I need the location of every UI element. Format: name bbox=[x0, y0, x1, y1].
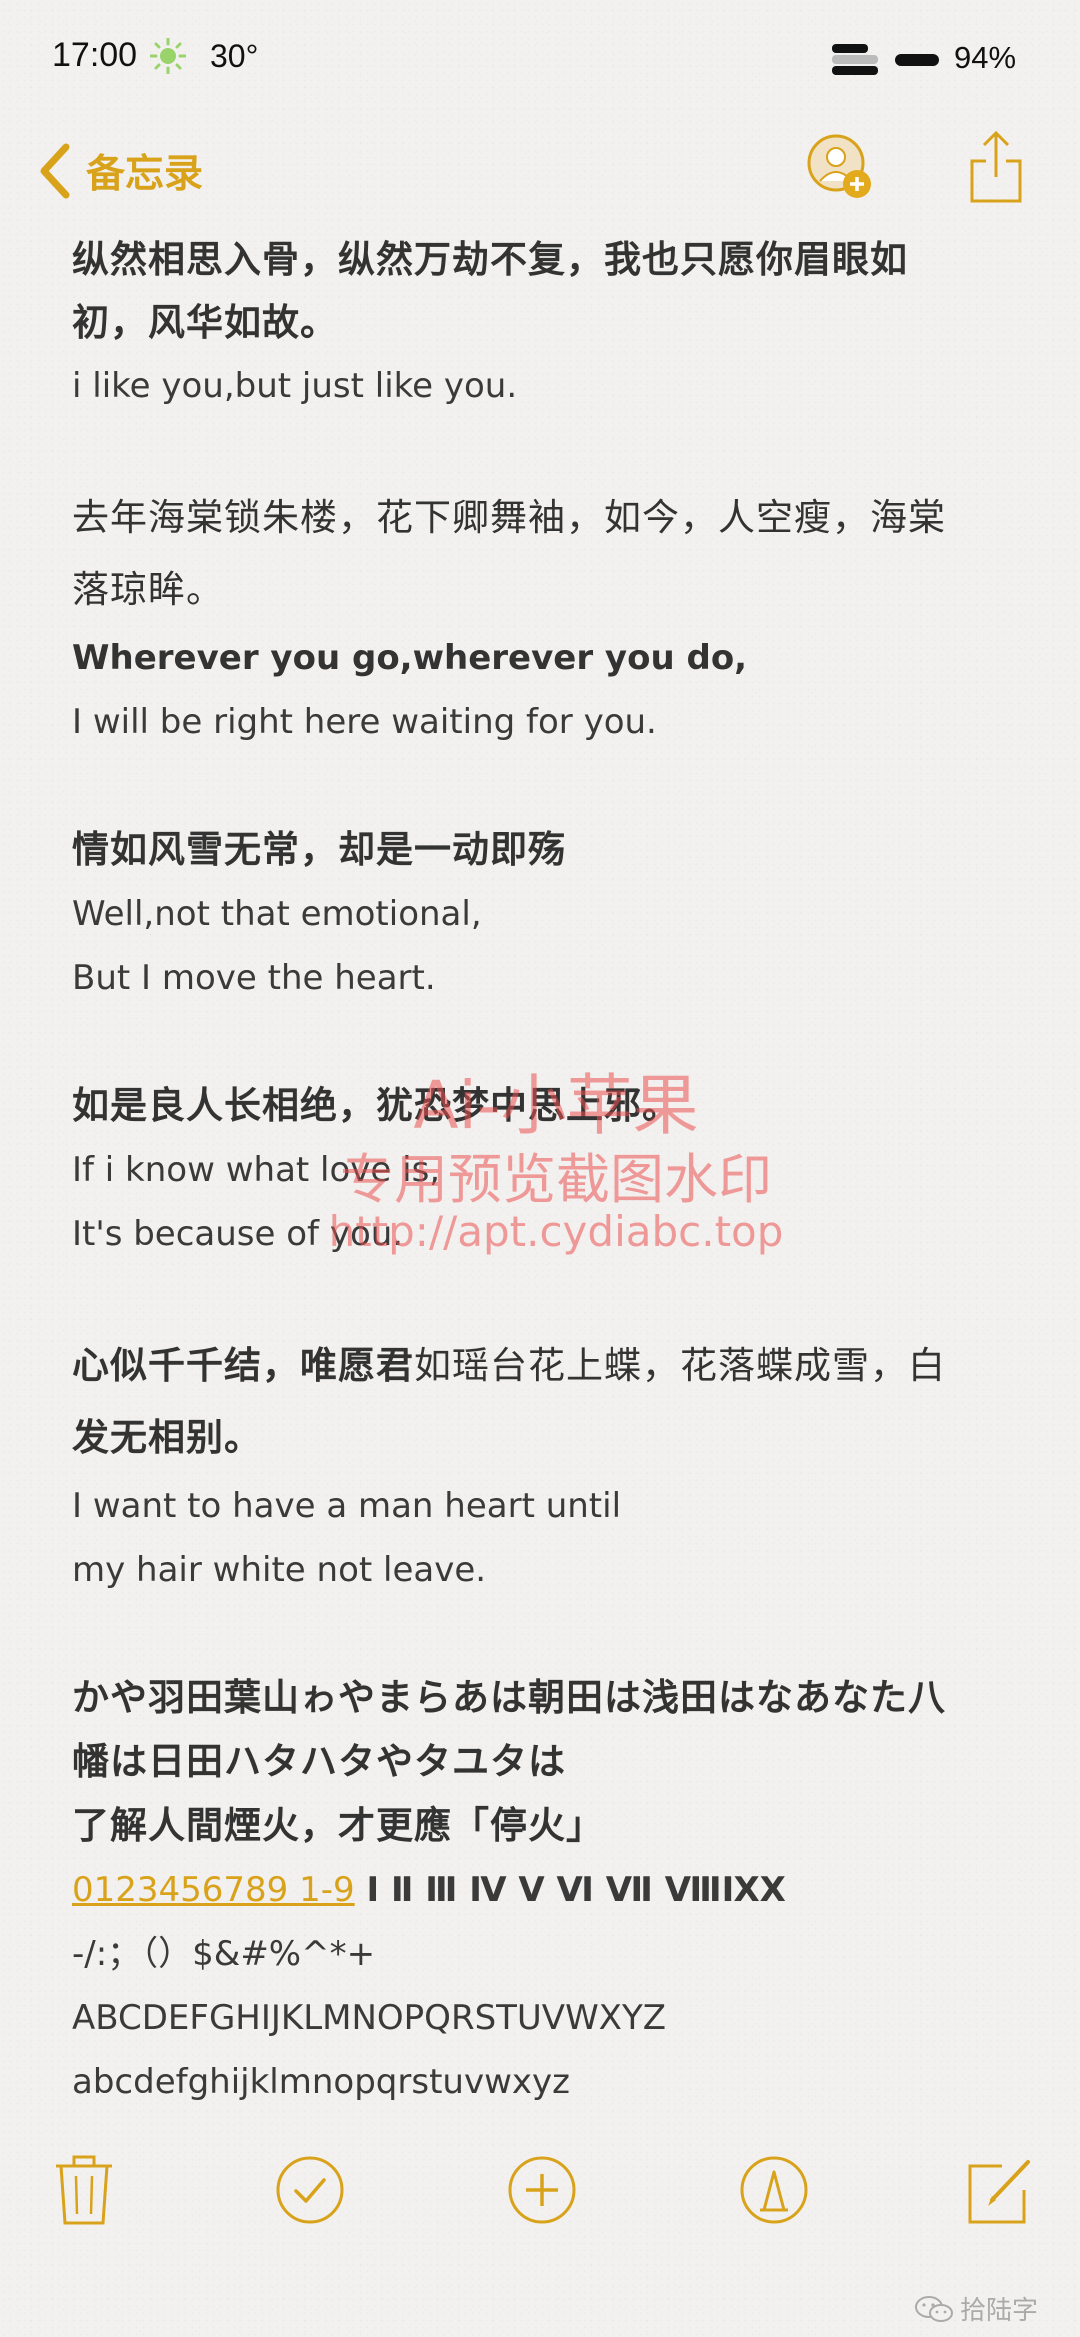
note-line: my hair white not leave. bbox=[72, 1550, 487, 1590]
add-button[interactable] bbox=[504, 2152, 580, 2228]
add-person-icon[interactable] bbox=[806, 133, 874, 201]
note-line: ABCDEFGHIJKLMNOPQRSTUVWXYZ bbox=[72, 1998, 667, 2038]
back-label: 备忘录 bbox=[86, 152, 204, 197]
note-line: 去年海棠锁朱楼，花下卿舞袖，如今，人空瘦，海棠 bbox=[72, 496, 946, 539]
note-line: I will be right here waiting for you. bbox=[72, 702, 657, 742]
number-link[interactable]: 0123456789 1-9 bbox=[72, 1870, 355, 1910]
note-line: I want to have a man heart until bbox=[72, 1486, 622, 1526]
trash-icon bbox=[56, 2155, 112, 2225]
markup-icon bbox=[740, 2156, 808, 2224]
note-line-regular: 如瑶台花上蝶，花落蝶成雪，白 bbox=[414, 1344, 946, 1387]
compose-icon bbox=[968, 2160, 1030, 2224]
note-line: Well,not that emotional, bbox=[72, 894, 482, 934]
watermark-url: http://apt.cydiabc.top bbox=[328, 1207, 784, 1256]
signal-icon bbox=[832, 42, 878, 75]
note-line: 心似千千结，唯愿君如瑶台花上蝶，花落蝶成雪，白 bbox=[72, 1330, 1012, 1402]
sun-icon bbox=[150, 38, 186, 74]
note-line: 了解人間煙火，才更應「停火」 bbox=[72, 1804, 604, 1847]
note-line: abcdefghijklmnopqrstuvwxyz bbox=[72, 2062, 570, 2102]
battery-percent: 94% bbox=[954, 40, 1017, 75]
note-line-bold: 心似千千结，唯愿君 bbox=[72, 1344, 414, 1387]
note-line: i like you,but just like you. bbox=[72, 366, 518, 406]
markup-button[interactable] bbox=[736, 2152, 812, 2228]
note-line: かや羽田葉山ゎやまらあは朝田は浅田はなあなた八 bbox=[72, 1676, 946, 1719]
note-line: 落琼眸。 bbox=[72, 568, 224, 611]
checklist-button[interactable] bbox=[272, 2152, 348, 2228]
note-line: 发无相别。 bbox=[72, 1416, 262, 1459]
note-line: 纵然相思入骨，纵然万劫不复，我也只愿你眉眼如 bbox=[72, 238, 908, 281]
wechat-icon bbox=[915, 2295, 953, 2322]
status-time: 17:00 bbox=[52, 36, 138, 74]
status-bar: 17:00 30° 94% bbox=[0, 0, 1080, 115]
note-line: 初，风华如故。 bbox=[72, 301, 338, 344]
share-icon[interactable] bbox=[966, 129, 1026, 205]
compose-button[interactable] bbox=[962, 2152, 1038, 2228]
note-line: Wherever you go,wherever you do, bbox=[72, 638, 748, 678]
note-line: 幡は日田ハタハタやタユタは bbox=[72, 1740, 566, 1783]
chevron-left-icon bbox=[40, 143, 70, 199]
note-line: But I move the heart. bbox=[72, 958, 436, 998]
watermark-subtitle: 专用预览截图水印 bbox=[340, 1148, 772, 1211]
roman-numerals: Ⅰ Ⅱ Ⅲ Ⅳ Ⅴ Ⅵ Ⅶ ⅧⅨⅩ bbox=[354, 1870, 786, 1910]
note-line: -/:；（）$&#%^*+ bbox=[72, 1934, 376, 1974]
credit-text: 拾陆字 bbox=[960, 2296, 1039, 2326]
note-line: 情如风雪无常，却是一动即殇 bbox=[72, 828, 566, 871]
delete-button[interactable] bbox=[46, 2152, 122, 2228]
back-button[interactable]: 备忘录 bbox=[36, 139, 203, 203]
nav-bar: 备忘录 bbox=[0, 115, 1080, 230]
note-line: 0123456789 1-9 Ⅰ Ⅱ Ⅲ Ⅳ Ⅴ Ⅵ Ⅶ ⅧⅨⅩ bbox=[72, 1858, 1012, 1922]
watermark-title: Ai-小苹果 bbox=[413, 1067, 699, 1144]
add-icon bbox=[508, 2156, 576, 2224]
source-credit: 拾陆字 bbox=[914, 2290, 1038, 2327]
battery-icon bbox=[895, 54, 939, 66]
status-temperature: 30° bbox=[210, 38, 259, 74]
bottom-toolbar bbox=[0, 2140, 1080, 2250]
checklist-icon bbox=[276, 2156, 344, 2224]
